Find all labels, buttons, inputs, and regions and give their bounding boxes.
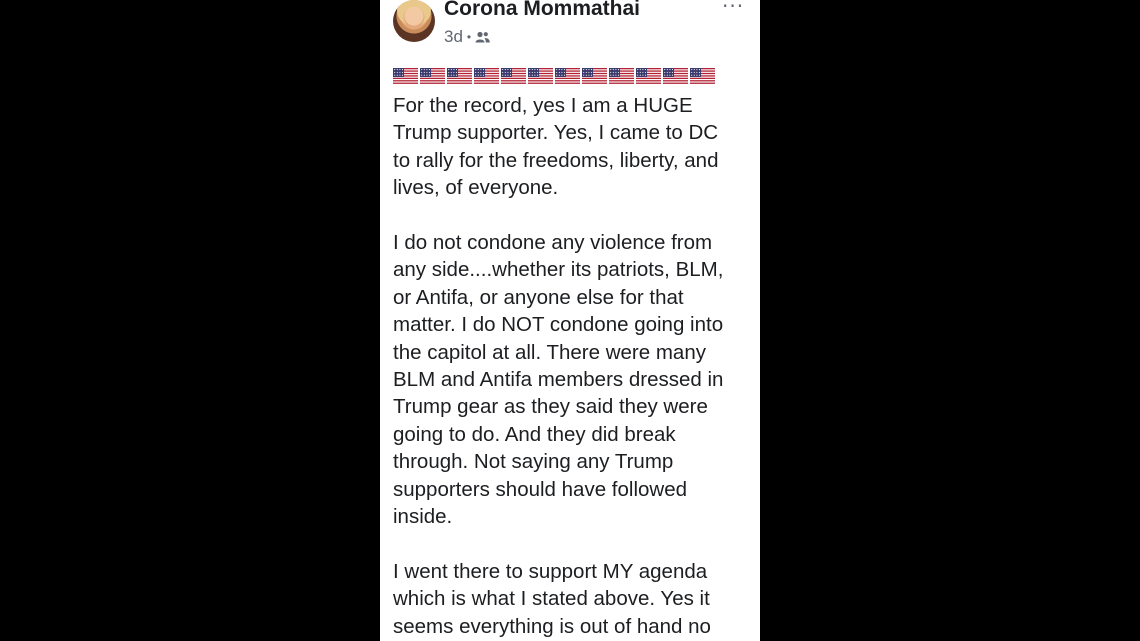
post-text-line: supporters should have followed [393, 477, 688, 501]
us-flag-icon [582, 68, 607, 85]
screenshot-frame: Corona Mommathai 3d • ··· For the record… [0, 0, 1140, 641]
us-flag-icon [420, 68, 445, 85]
avatar-hair [397, 0, 431, 26]
post-text-line: the capitol at all. There were many [393, 340, 706, 364]
post-text-line: lives, of everyone. [393, 176, 559, 200]
post-paragraph: For the record, yes I am a HUGE Trump sup… [393, 92, 751, 202]
post-text-line: matter. I do NOT condone going into [393, 313, 724, 337]
post-paragraph: I went there to support MY agenda which i… [393, 558, 751, 640]
us-flag-icon [393, 68, 418, 85]
post-timestamp[interactable]: 3d [444, 27, 463, 47]
post-text-line: seems everything is out of hand no [393, 614, 711, 638]
us-flag-icon [555, 68, 580, 85]
post-text-line: going to do. And they did break [393, 422, 676, 446]
author-name[interactable]: Corona Mommathai [444, 0, 640, 21]
us-flag-icon [447, 68, 472, 85]
us-flag-icon [690, 68, 715, 85]
post-text-line: I went there to support MY agenda [393, 559, 708, 583]
post-text-line: to rally for the freedoms, liberty, and [393, 148, 719, 172]
post-text-line: or Antifa, or anyone else for that [393, 285, 684, 309]
post-text-line: inside. [393, 505, 453, 529]
us-flag-icon [474, 68, 499, 85]
us-flag-icon [663, 68, 688, 85]
us-flag-icon [636, 68, 661, 85]
us-flag-icon [528, 68, 553, 85]
us-flag-icon [609, 68, 634, 85]
post-meta: 3d • [444, 27, 490, 47]
post-text-line: through. Not saying any Trump [393, 450, 674, 474]
post-text-line: BLM and Antifa members dressed in [393, 368, 724, 392]
us-flag-icon [501, 68, 526, 85]
post-text-line: Trump gear as they said they were [393, 395, 708, 419]
post-text-line: Trump supporter. Yes, I came to DC [393, 121, 719, 145]
flag-emoji-row [393, 68, 715, 85]
post-body: For the record, yes I am a HUGE Trump sup… [393, 92, 751, 641]
post-text-line: which is what I stated above. Yes it [393, 587, 710, 611]
author-avatar[interactable] [393, 0, 435, 42]
more-options-icon[interactable]: ··· [722, 0, 744, 18]
post-text-line: For the record, yes I am a HUGE [393, 94, 693, 117]
post-text-line: any side....whether its patriots, BLM, [393, 258, 724, 282]
post-text-line: I do not condone any violence from [393, 231, 713, 255]
meta-separator: • [466, 30, 472, 44]
post-paragraph: I do not condone any violence from any si… [393, 229, 751, 530]
friends-icon [475, 31, 490, 43]
